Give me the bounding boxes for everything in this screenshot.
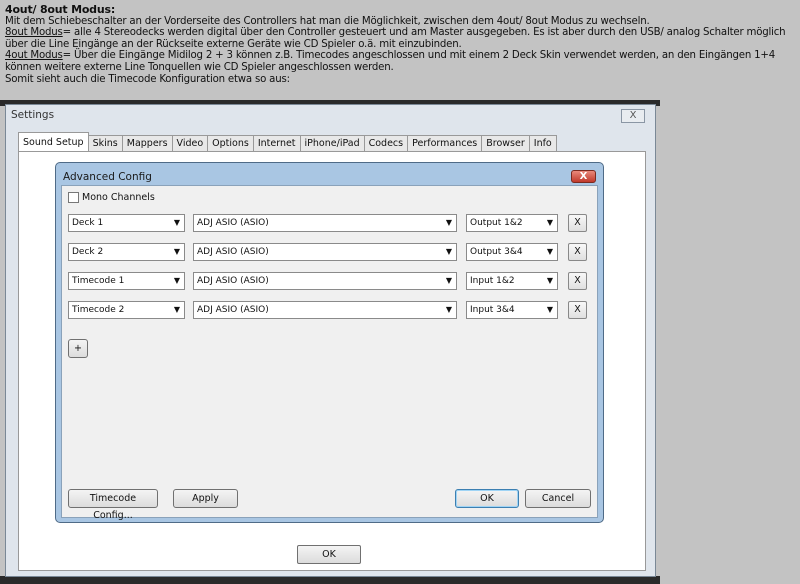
- remove-row-button[interactable]: X: [568, 301, 587, 319]
- chevron-down-icon: ▼: [546, 247, 553, 256]
- tab-mappers[interactable]: Mappers: [121, 135, 173, 151]
- channel-select[interactable]: Deck 1 ▼: [68, 214, 185, 232]
- chevron-down-icon: ▼: [546, 218, 553, 227]
- tab-browser[interactable]: Browser: [481, 135, 530, 151]
- device-select[interactable]: ADJ ASIO (ASIO) ▼: [193, 214, 457, 232]
- tab-iphone-ipad[interactable]: iPhone/iPad: [299, 135, 365, 151]
- chevron-down-icon: ▼: [173, 276, 180, 285]
- remove-row-button[interactable]: X: [568, 272, 587, 290]
- tab-sound-setup[interactable]: Sound Setup: [18, 132, 89, 151]
- channel-select[interactable]: Timecode 1 ▼: [68, 272, 185, 290]
- 8out-label: 8out Modus: [5, 27, 63, 39]
- advanced-config-dialog: Advanced Config X Mono Channels + Timeco…: [55, 162, 604, 523]
- chevron-down-icon: ▼: [173, 218, 180, 227]
- chevron-down-icon: ▼: [445, 218, 452, 227]
- remove-row-button[interactable]: X: [568, 214, 587, 232]
- device-select[interactable]: ADJ ASIO (ASIO) ▼: [193, 301, 457, 319]
- add-row-button[interactable]: +: [68, 339, 88, 358]
- timecode-config-button[interactable]: Timecode Config...: [68, 489, 158, 521]
- port-value: Output 3&4: [470, 247, 523, 257]
- checkbox-box[interactable]: [68, 192, 79, 203]
- device-value: ADJ ASIO (ASIO): [197, 247, 269, 257]
- settings-title: Settings: [11, 109, 55, 121]
- device-value: ADJ ASIO (ASIO): [197, 305, 269, 315]
- article-8out: 8out Modus= alle 4 Stereodecks werden di…: [5, 27, 800, 50]
- channel-value: Deck 1: [72, 218, 104, 228]
- 8out-text: = alle 4 Stereodecks werden digital über…: [5, 27, 786, 50]
- tab-options[interactable]: Options: [207, 135, 254, 151]
- article-text: 4out/ 8out Modus: Mit dem Schiebeschalte…: [5, 4, 800, 85]
- settings-tabs: Sound Setup Skins Mappers Video Options Inter…: [18, 132, 557, 151]
- 4out-text: = Über die Eingänge Midilog 2 + 3 können…: [5, 50, 776, 73]
- ok-button[interactable]: OK: [455, 489, 519, 508]
- channel-select[interactable]: Timecode 2 ▼: [68, 301, 185, 319]
- article-4out: 4out Modus= Über die Eingänge Midilog 2 …: [5, 50, 800, 73]
- tab-codecs[interactable]: Codecs: [363, 135, 409, 151]
- chevron-down-icon: ▼: [445, 247, 452, 256]
- device-select[interactable]: ADJ ASIO (ASIO) ▼: [193, 243, 457, 261]
- chevron-down-icon: ▼: [546, 305, 553, 314]
- cancel-button[interactable]: Cancel: [525, 489, 591, 508]
- channel-value: Timecode 2: [72, 305, 125, 315]
- dialog-title: Advanced Config: [63, 171, 152, 183]
- device-value: ADJ ASIO (ASIO): [197, 276, 269, 286]
- tab-performances[interactable]: Performances: [407, 135, 483, 151]
- tab-skins[interactable]: Skins: [87, 135, 123, 151]
- channel-value: Timecode 1: [72, 276, 125, 286]
- settings-ok-button[interactable]: OK: [297, 545, 361, 564]
- port-select[interactable]: Output 1&2 ▼: [466, 214, 558, 232]
- chevron-down-icon: ▼: [173, 305, 180, 314]
- close-icon[interactable]: X: [621, 109, 645, 123]
- chevron-down-icon: ▼: [173, 247, 180, 256]
- port-value: Input 3&4: [470, 305, 515, 315]
- port-value: Output 1&2: [470, 218, 523, 228]
- chevron-down-icon: ▼: [546, 276, 553, 285]
- port-value: Input 1&2: [470, 276, 515, 286]
- article-line: Mit dem Schiebeschalter an der Vordersei…: [5, 15, 650, 27]
- port-select[interactable]: Input 1&2 ▼: [466, 272, 558, 290]
- tab-internet[interactable]: Internet: [252, 135, 301, 151]
- channel-select[interactable]: Deck 2 ▼: [68, 243, 185, 261]
- close-icon[interactable]: X: [571, 170, 596, 183]
- mono-channels-checkbox[interactable]: Mono Channels: [68, 192, 155, 203]
- remove-row-button[interactable]: X: [568, 243, 587, 261]
- device-value: ADJ ASIO (ASIO): [197, 218, 269, 228]
- mono-label: Mono Channels: [82, 192, 155, 203]
- screenshot-background-bottom: [0, 576, 660, 584]
- device-select[interactable]: ADJ ASIO (ASIO) ▼: [193, 272, 457, 290]
- article-last: Somit sieht auch die Timecode Konfigurat…: [5, 73, 290, 85]
- port-select[interactable]: Output 3&4 ▼: [466, 243, 558, 261]
- article-heading: 4out/ 8out Modus:: [5, 3, 116, 16]
- chevron-down-icon: ▼: [445, 305, 452, 314]
- chevron-down-icon: ▼: [445, 276, 452, 285]
- channel-value: Deck 2: [72, 247, 104, 257]
- tab-info[interactable]: Info: [528, 135, 557, 151]
- tab-video[interactable]: Video: [171, 135, 209, 151]
- 4out-label: 4out Modus: [5, 50, 63, 62]
- dialog-body: Mono Channels + Timecode Config... Apply…: [61, 185, 598, 521]
- port-select[interactable]: Input 3&4 ▼: [466, 301, 558, 319]
- apply-button[interactable]: Apply: [173, 489, 238, 508]
